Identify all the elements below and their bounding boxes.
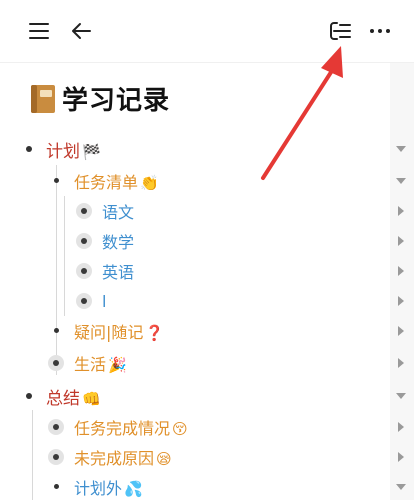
outline-row-summary[interactable]: 总结 👊: [0, 381, 414, 411]
collapsed-bullet-icon[interactable]: [48, 419, 64, 435]
collapsed-bullet-icon[interactable]: [76, 233, 92, 249]
bullet-dot[interactable]: [26, 393, 32, 399]
collapse-toggle-icon[interactable]: [396, 178, 406, 184]
more-icon[interactable]: [368, 20, 392, 42]
party-popper-icon: 🎉: [108, 356, 127, 374]
outline-row-extra[interactable]: 计划外 💦: [0, 472, 414, 502]
bullet-dot[interactable]: [26, 146, 32, 152]
sleepy-face-icon: 😪: [156, 450, 172, 468]
outline-label-plan: 计划: [46, 141, 80, 162]
expand-toggle-icon[interactable]: [398, 236, 404, 246]
expand-toggle-icon[interactable]: [398, 326, 404, 336]
outline-label-math: 数学: [102, 233, 135, 252]
outline-row-questions[interactable]: 疑问|随记 ❓: [0, 316, 414, 346]
outline-label-questions: 疑问|随记: [74, 323, 144, 342]
outline-row-english[interactable]: 英语: [0, 256, 414, 286]
outline-label-completion: 任务完成情况: [74, 419, 171, 438]
checkered-flag-icon: 🏁: [82, 142, 101, 161]
page-title-text: 学习记录: [62, 86, 171, 116]
outline-row-math[interactable]: 数学: [0, 226, 414, 256]
back-arrow-icon[interactable]: [70, 20, 92, 42]
sweat-droplets-icon: 💦: [124, 480, 143, 498]
expand-toggle-icon[interactable]: [398, 206, 404, 216]
outline-label-english: 英语: [102, 263, 135, 282]
outline-label-task-list: 任务清单: [74, 173, 139, 192]
bullet-dot[interactable]: [54, 484, 59, 489]
outline-label-reasons: 未完成原因: [74, 449, 155, 468]
collapsed-bullet-icon[interactable]: [76, 203, 92, 219]
bullet-dot[interactable]: [54, 178, 59, 183]
clapping-hands-icon: 👏: [140, 174, 159, 192]
outline-label-blank: l: [102, 291, 107, 311]
collapsed-bullet-icon[interactable]: [48, 449, 64, 465]
expand-toggle-icon[interactable]: [398, 296, 404, 306]
collapsed-bullet-icon[interactable]: [76, 263, 92, 279]
fist-icon: 👊: [82, 389, 101, 408]
question-mark-icon: ❓: [145, 324, 165, 342]
expand-toggle-icon[interactable]: [398, 358, 404, 368]
outline-row-completion[interactable]: 任务完成情况 😚: [0, 412, 414, 442]
outline-row-chinese[interactable]: 语文: [0, 196, 414, 226]
outline-row-task-list[interactable]: 任务清单 👏: [0, 166, 414, 196]
collapse-toggle-icon[interactable]: [396, 146, 406, 152]
outline-label-chinese: 语文: [102, 203, 135, 222]
hamburger-icon[interactable]: [28, 20, 50, 42]
outline-row-blank[interactable]: l: [0, 286, 414, 316]
collapsed-bullet-icon[interactable]: [48, 355, 64, 371]
outline-label-extra: 计划外: [74, 479, 123, 498]
kissing-face-icon: 😚: [172, 420, 188, 438]
expand-toggle-icon[interactable]: [398, 266, 404, 276]
expand-toggle-icon[interactable]: [398, 422, 404, 432]
collapse-toggle-icon[interactable]: [396, 484, 406, 490]
page-title: 学习记录: [30, 80, 170, 117]
bullet-dot[interactable]: [54, 328, 59, 333]
outline-row-life[interactable]: 生活 🎉: [0, 348, 414, 378]
expand-toggle-icon[interactable]: [398, 452, 404, 462]
notebook-icon: [31, 84, 55, 113]
outline-label-life: 生活: [74, 355, 107, 374]
outline-row-plan[interactable]: 计划 🏁: [0, 134, 414, 164]
collapsed-bullet-icon[interactable]: [76, 293, 92, 309]
outline-row-reasons[interactable]: 未完成原因 😪: [0, 442, 414, 472]
outline-label-summary: 总结: [46, 388, 80, 409]
collapse-toggle-icon[interactable]: [396, 393, 406, 399]
